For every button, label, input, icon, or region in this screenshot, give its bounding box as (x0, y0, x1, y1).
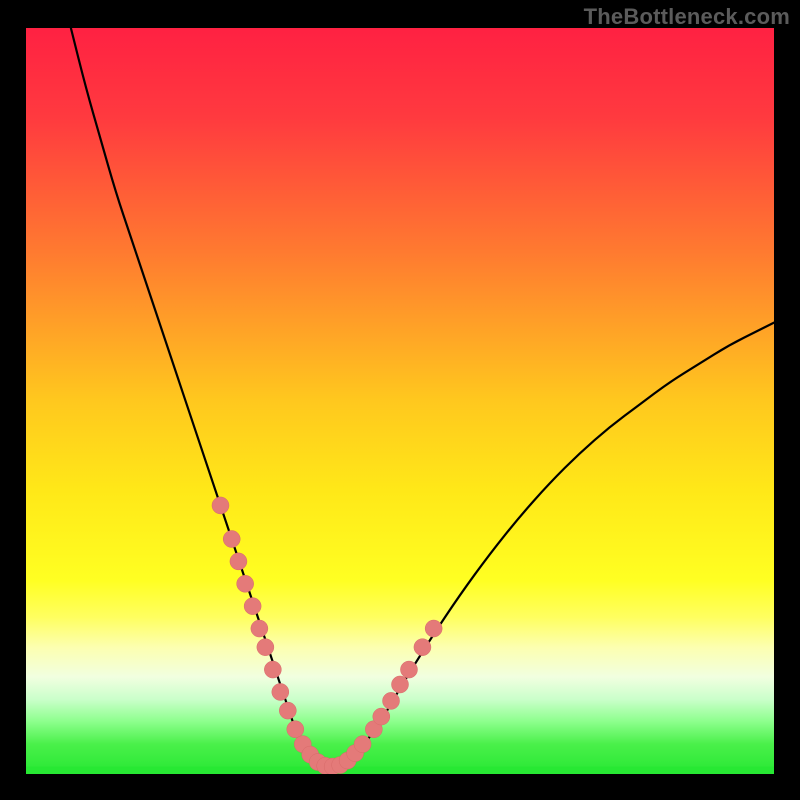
highlight-point (237, 575, 254, 592)
highlight-point (414, 639, 431, 656)
watermark-label: TheBottleneck.com (584, 4, 790, 30)
plot-area (26, 28, 774, 774)
highlight-point (354, 736, 371, 753)
highlight-point (373, 708, 390, 725)
highlight-point (223, 531, 240, 548)
chart-svg (26, 28, 774, 774)
highlight-point (400, 661, 417, 678)
chart-frame: TheBottleneck.com (0, 0, 800, 800)
highlight-point (264, 661, 281, 678)
highlight-point (279, 702, 296, 719)
highlight-point (230, 553, 247, 570)
highlight-point (257, 639, 274, 656)
highlight-point (244, 598, 261, 615)
gradient-background (26, 28, 774, 774)
highlight-point (272, 683, 289, 700)
highlight-point (287, 721, 304, 738)
highlight-point (212, 497, 229, 514)
highlight-point (392, 676, 409, 693)
highlight-point (383, 692, 400, 709)
highlight-point (251, 620, 268, 637)
highlight-point (425, 620, 442, 637)
green-bottom-band (26, 767, 774, 774)
